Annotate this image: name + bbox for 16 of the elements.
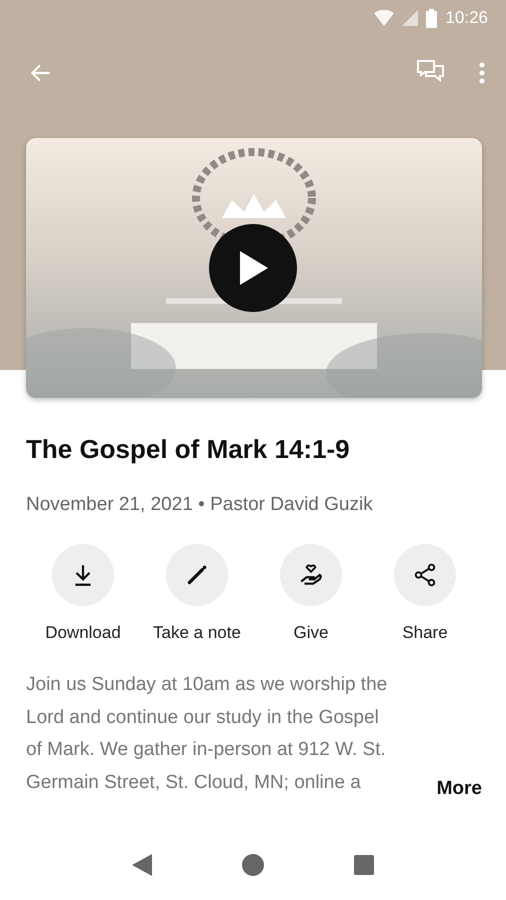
action-label: Give xyxy=(294,622,328,644)
action-label: Take a note xyxy=(153,622,241,644)
giving-hand-icon xyxy=(298,562,324,588)
share-icon xyxy=(412,562,438,588)
action-label: Download xyxy=(45,622,121,644)
wifi-icon xyxy=(374,10,394,26)
status-time: 10:26 xyxy=(445,7,488,30)
signal-icon xyxy=(402,10,418,26)
battery-icon xyxy=(426,8,438,28)
sermon-title: The Gospel of Mark 14:1-9 xyxy=(26,433,351,466)
sermon-meta: November 21, 2021 • Pastor David Guzik xyxy=(26,493,374,517)
action-label: Share xyxy=(402,622,448,644)
home-nav-icon[interactable] xyxy=(242,854,264,876)
back-nav-icon[interactable] xyxy=(132,854,152,876)
more-vertical-icon xyxy=(478,61,486,85)
sermon-description: Join us Sunday at 10am as we worship the Lord and continue our study in the Gospel of Mark. We gather in-person at 912 W. St. Germain Street, St. Cloud, MN; online a xyxy=(26,673,388,794)
